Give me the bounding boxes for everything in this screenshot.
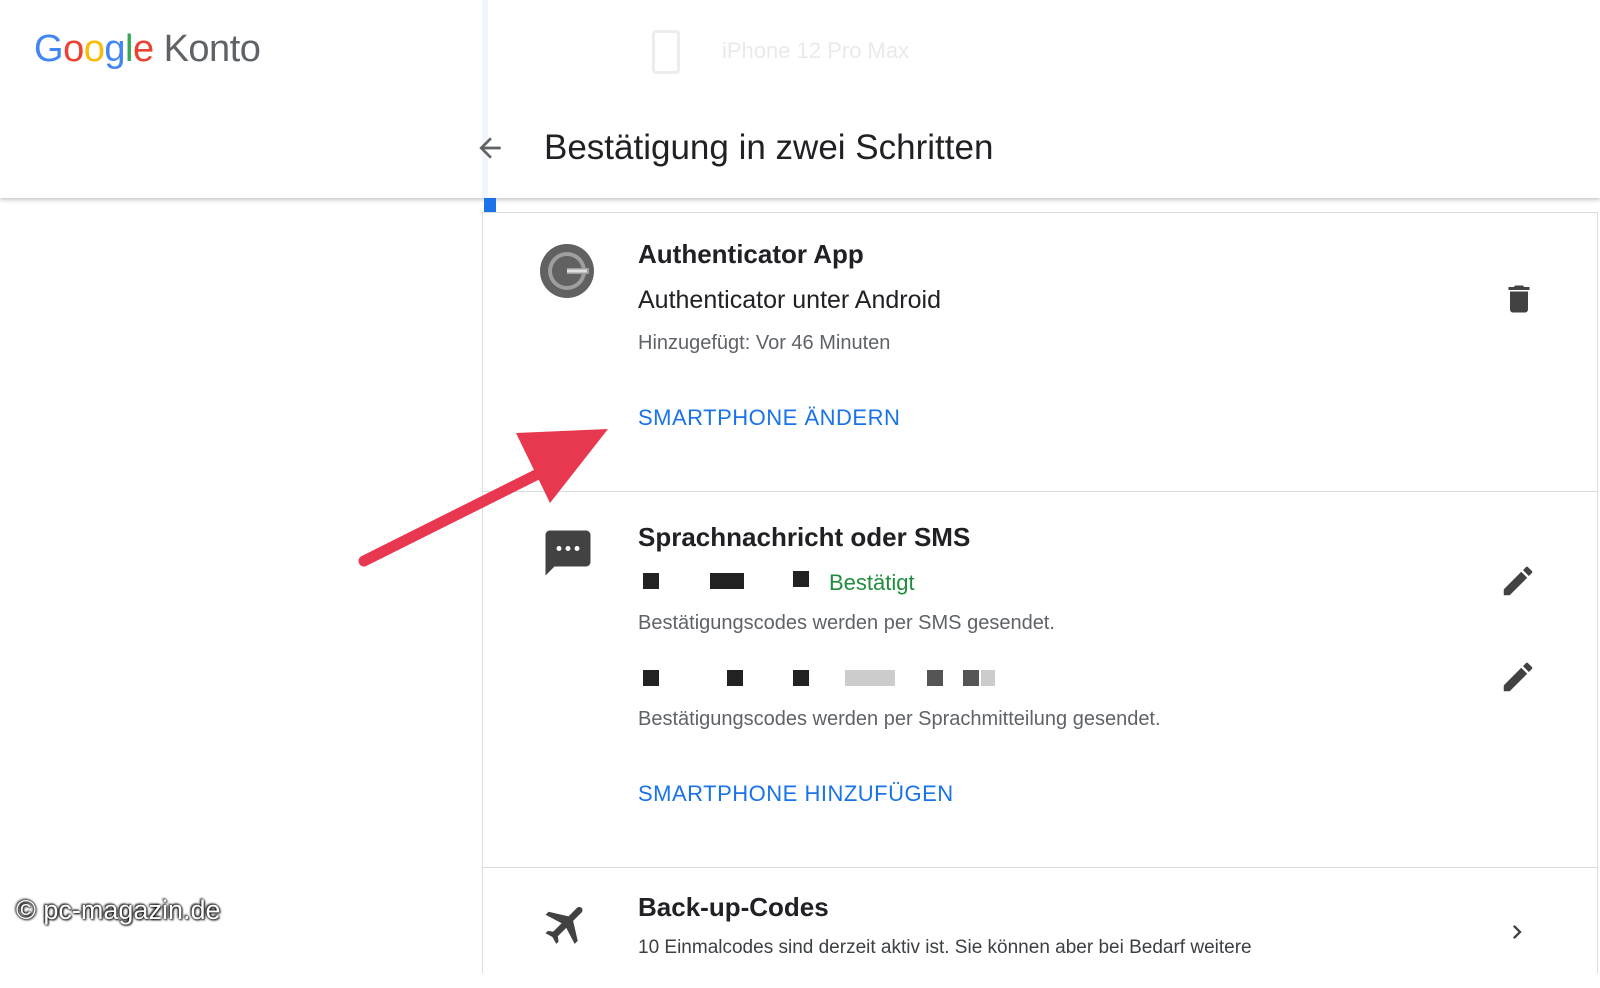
delete-authenticator-button[interactable] bbox=[1501, 281, 1537, 322]
logo-letter: e bbox=[132, 28, 154, 70]
redacted-phone-number bbox=[643, 670, 659, 686]
page-title: Bestätigung in zwei Schritten bbox=[544, 128, 994, 167]
backup-codes-title: Back-up-Codes bbox=[638, 892, 829, 922]
logo-suffix: Konto bbox=[163, 28, 261, 70]
redacted-phone-number bbox=[963, 670, 979, 686]
chevron-right-icon bbox=[1513, 925, 1522, 939]
verified-status: Bestätigt bbox=[829, 570, 915, 595]
app-header: Google Konto iPhone 12 Pro Max Bestätigun… bbox=[0, 0, 1600, 198]
trash-icon bbox=[1508, 285, 1530, 313]
redacted-phone-number bbox=[927, 670, 943, 686]
authenticator-title: Authenticator App bbox=[638, 239, 864, 269]
google-konto-logo[interactable]: Google Konto bbox=[34, 28, 261, 71]
authenticator-app-icon bbox=[539, 243, 595, 304]
redacted-phone-number bbox=[643, 573, 659, 589]
open-backup-codes-button[interactable] bbox=[1503, 918, 1531, 951]
sms-title: Sprachnachricht oder SMS bbox=[638, 522, 971, 552]
add-smartphone-link[interactable]: SMARTPHONE HINZUFÜGEN bbox=[638, 781, 954, 807]
watermark: © pc-magazin.de bbox=[16, 895, 221, 925]
background-divider bbox=[482, 0, 488, 198]
pencil-icon bbox=[1503, 662, 1533, 692]
arrow-back-icon bbox=[479, 137, 501, 159]
redacted-phone-number bbox=[710, 573, 744, 589]
authenticator-device: Authenticator unter Android bbox=[638, 286, 941, 314]
redacted-phone-number bbox=[845, 670, 895, 686]
second-steps-card: Authenticator App Authenticator unter An… bbox=[482, 212, 1598, 973]
backup-codes-section[interactable]: Back-up-Codes 10 Einmalcodes sind derzei… bbox=[483, 868, 1597, 988]
sms-section: Sprachnachricht oder SMS Bestätigt Bestä… bbox=[483, 492, 1597, 868]
authenticator-section: Authenticator App Authenticator unter An… bbox=[483, 213, 1597, 492]
redacted-phone-number bbox=[727, 670, 743, 686]
pencil-icon bbox=[1503, 566, 1533, 596]
authenticator-added-time: Hinzugefügt: Vor 46 Minuten bbox=[638, 332, 891, 354]
back-button[interactable] bbox=[474, 132, 506, 164]
background-device-name: iPhone 12 Pro Max bbox=[722, 38, 910, 63]
redacted-phone-number bbox=[793, 670, 809, 686]
edit-voice-number-button[interactable] bbox=[1499, 658, 1537, 701]
phone-icon bbox=[652, 30, 680, 74]
logo-letter: o bbox=[83, 28, 105, 70]
logo-letter: o bbox=[63, 28, 84, 70]
logo-letter: g bbox=[104, 28, 125, 70]
progress-marker bbox=[484, 198, 496, 212]
logo-letter: G bbox=[34, 28, 64, 70]
airplane-icon bbox=[541, 898, 593, 955]
sms-description: Bestätigungscodes werden per SMS gesende… bbox=[638, 612, 1055, 634]
redacted-phone-number bbox=[793, 571, 809, 587]
redacted-phone-number bbox=[981, 670, 995, 686]
edit-sms-number-button[interactable] bbox=[1499, 562, 1537, 605]
logo-letter: l bbox=[124, 28, 133, 70]
backup-codes-description: 10 Einmalcodes sind derzeit aktiv ist. S… bbox=[638, 937, 1252, 958]
change-smartphone-link[interactable]: SMARTPHONE ÄNDERN bbox=[638, 405, 900, 431]
annotation-arrow-icon bbox=[358, 429, 608, 567]
voice-description: Bestätigungscodes werden per Sprachmitte… bbox=[638, 708, 1161, 730]
